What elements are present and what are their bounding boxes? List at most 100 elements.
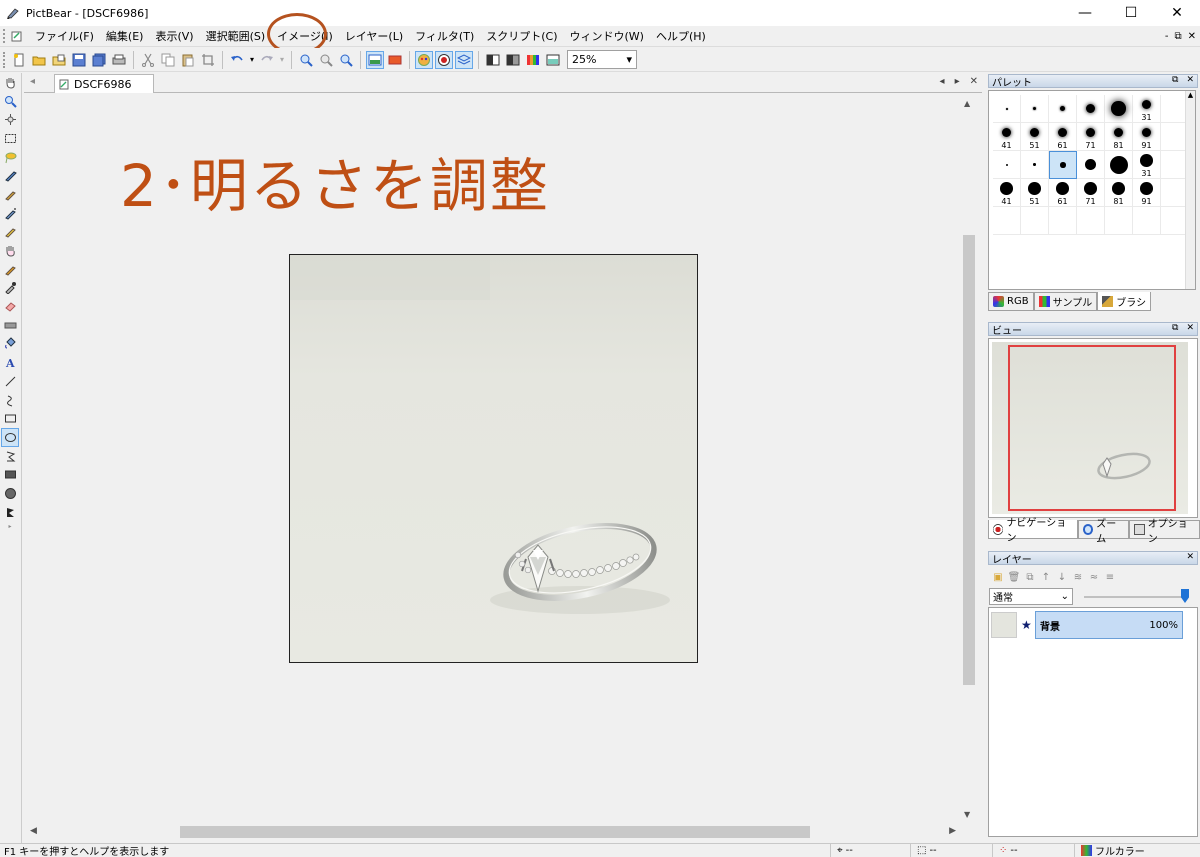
airbrush-tool-icon[interactable]: [1, 204, 19, 223]
hand-tool-icon[interactable]: [1, 73, 19, 92]
menu-file[interactable]: ファイル(F): [29, 26, 100, 47]
brush-preset[interactable]: [1077, 95, 1105, 123]
smudge-tool-icon[interactable]: [1, 241, 19, 260]
merge-visible-icon[interactable]: ≈: [1088, 571, 1100, 583]
document-tab[interactable]: DSCF6986: [54, 74, 154, 93]
document-icon[interactable]: [11, 30, 23, 42]
image-swap-icon[interactable]: [386, 51, 404, 69]
opacity-slider-thumb[interactable]: [1181, 589, 1189, 603]
view-close-icon[interactable]: ✕: [1186, 323, 1194, 333]
brush-preset[interactable]: 81: [1105, 179, 1133, 207]
brush-preset[interactable]: 61: [1049, 123, 1077, 151]
undo-icon[interactable]: [228, 51, 246, 69]
palette-scrollbar[interactable]: ▲: [1185, 91, 1195, 289]
horizontal-scroll-thumb[interactable]: [180, 826, 810, 838]
tab-back-icon[interactable]: ◂: [30, 76, 35, 87]
brush-preset[interactable]: 41: [993, 179, 1021, 207]
vertical-scroll-thumb[interactable]: [963, 235, 975, 685]
brush-preset[interactable]: 91: [1133, 123, 1161, 151]
layer-up-icon[interactable]: ↑: [1040, 571, 1052, 583]
brush-preset[interactable]: 31: [1133, 95, 1161, 123]
color-bars-icon[interactable]: [524, 51, 542, 69]
menu-view[interactable]: 表示(V): [149, 26, 199, 47]
curve-tool-icon[interactable]: [1, 391, 19, 410]
tab-zoom[interactable]: ズーム: [1077, 519, 1130, 545]
eraser-tool-icon[interactable]: [1, 297, 19, 316]
menu-window[interactable]: ウィンドウ(W): [564, 26, 650, 47]
menubar-grip[interactable]: [3, 29, 9, 43]
tab-close-icon[interactable]: ✕: [970, 76, 978, 87]
tab-brush[interactable]: ブラシ: [1097, 292, 1152, 311]
toolbox-expand-icon[interactable]: ▸: [1, 522, 19, 532]
scroll-up-icon[interactable]: ▲: [964, 99, 970, 108]
text-tool-icon[interactable]: A: [1, 353, 19, 372]
mdi-close-button[interactable]: ✕: [1188, 31, 1196, 42]
brush-preset[interactable]: 71: [1077, 123, 1105, 151]
menu-filter[interactable]: フィルタ(T): [409, 26, 480, 47]
filled-rectangle-tool-icon[interactable]: [1, 465, 19, 484]
opacity-slider-track[interactable]: [1084, 596, 1184, 598]
mdi-restore-button[interactable]: ⧉: [1174, 31, 1181, 42]
save-all-icon[interactable]: [90, 51, 108, 69]
gradient-icon[interactable]: [504, 51, 522, 69]
close-button[interactable]: ✕: [1154, 0, 1200, 26]
brush-preset[interactable]: [993, 95, 1021, 123]
zoom-in-icon[interactable]: [297, 51, 315, 69]
lasso-tool-icon[interactable]: [1, 148, 19, 167]
pencil-tool-icon[interactable]: [1, 223, 19, 242]
tab-next-icon[interactable]: ▸: [955, 76, 960, 87]
eyedropper-tool-icon[interactable]: [1, 279, 19, 298]
brush-preset[interactable]: [1105, 151, 1133, 179]
view-pin-icon[interactable]: ⧉: [1172, 323, 1178, 333]
menu-selection[interactable]: 選択範囲(S): [200, 26, 272, 47]
maximize-button[interactable]: ☐: [1108, 0, 1154, 26]
brush-preset[interactable]: 31: [1133, 151, 1161, 179]
menu-edit[interactable]: 編集(E): [100, 26, 150, 47]
brush-preset[interactable]: [1021, 95, 1049, 123]
view-toggle-icon[interactable]: [435, 50, 453, 69]
redo-dropdown-icon[interactable]: ▾: [278, 51, 286, 69]
brush-preset[interactable]: [1021, 151, 1049, 179]
brush-preset[interactable]: 61: [1049, 179, 1077, 207]
save-icon[interactable]: [70, 51, 88, 69]
move-tool-icon[interactable]: [1, 110, 19, 129]
brush-preset[interactable]: 51: [1021, 179, 1049, 207]
photo-image[interactable]: [289, 254, 698, 663]
palette-toggle-icon[interactable]: [415, 50, 433, 69]
filled-polygon-tool-icon[interactable]: [1, 503, 19, 522]
brush-preset[interactable]: [1105, 95, 1133, 123]
brush-preset[interactable]: 71: [1077, 179, 1105, 207]
zoom-level-select[interactable]: 25% ▾: [567, 50, 637, 69]
blend-mode-select[interactable]: 通常 ⌄: [989, 588, 1073, 605]
open-folder-icon[interactable]: [30, 51, 48, 69]
new-file-icon[interactable]: [10, 51, 28, 69]
navigator-view-rect[interactable]: [1008, 345, 1176, 511]
grayscale-icon[interactable]: [484, 51, 502, 69]
menu-layer[interactable]: レイヤー(L): [339, 26, 409, 47]
toolbar-grip[interactable]: [3, 51, 9, 68]
pen-tool-icon[interactable]: [1, 166, 19, 185]
zoom-tool-icon[interactable]: [1, 92, 19, 111]
new-layer-icon[interactable]: ▣: [992, 571, 1004, 583]
gradient-tool-icon[interactable]: [1, 316, 19, 335]
crop-icon[interactable]: [199, 51, 217, 69]
ellipse-tool-icon[interactable]: [1, 428, 19, 447]
polygon-tool-icon[interactable]: [1, 447, 19, 466]
palette-pin-icon[interactable]: ⧉: [1172, 75, 1178, 85]
brush-preset[interactable]: 41: [993, 123, 1021, 151]
vertical-scrollbar[interactable]: ▲ ▼: [960, 95, 978, 823]
undo-dropdown-icon[interactable]: ▾: [248, 51, 256, 69]
cut-icon[interactable]: [139, 51, 157, 69]
brush-preset[interactable]: 81: [1105, 123, 1133, 151]
histogram-icon[interactable]: [544, 51, 562, 69]
brush-preset[interactable]: [1049, 151, 1077, 179]
paste-icon[interactable]: [179, 51, 197, 69]
menu-help[interactable]: ヘルプ(H): [650, 26, 712, 47]
rect-select-tool-icon[interactable]: [1, 129, 19, 148]
scroll-down-icon[interactable]: ▼: [964, 810, 970, 819]
dodge-tool-icon[interactable]: [1, 260, 19, 279]
brush-preset[interactable]: [1077, 151, 1105, 179]
duplicate-layer-icon[interactable]: ⧉: [1024, 571, 1036, 583]
navigator[interactable]: [988, 338, 1198, 518]
tab-prev-icon[interactable]: ◂: [940, 76, 945, 87]
